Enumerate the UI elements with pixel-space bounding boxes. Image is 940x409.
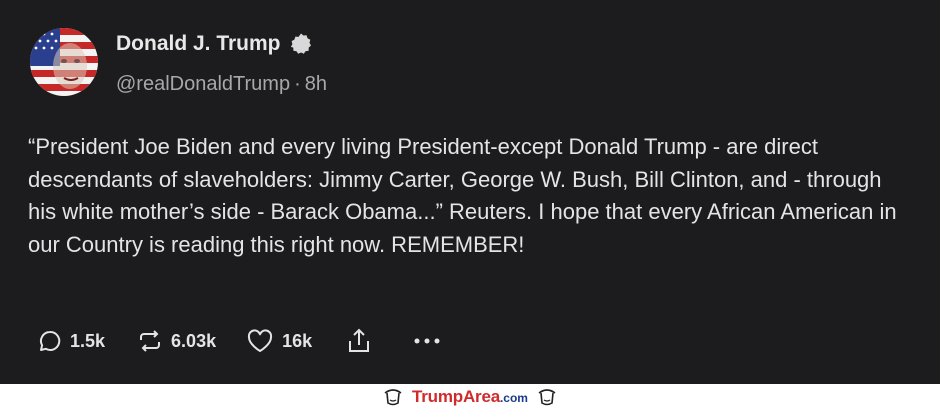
reply-icon bbox=[40, 330, 61, 351]
like-button[interactable]: 16k bbox=[246, 328, 312, 354]
reply-button[interactable]: 1.5k bbox=[38, 329, 105, 353]
more-icon bbox=[414, 338, 440, 344]
watermark-brand-main: TrumpArea bbox=[412, 386, 500, 406]
post-body: “President Joe Biden and every living Pr… bbox=[28, 134, 897, 257]
post-card: Donald J. Trump @realDonaldTrump · 8h “Pre… bbox=[0, 0, 940, 384]
share-icon bbox=[349, 328, 370, 352]
meta-separator: · bbox=[294, 73, 301, 95]
trump-cartoon-icon bbox=[538, 388, 556, 405]
trump-cartoon-icon bbox=[384, 388, 402, 405]
like-icon bbox=[248, 329, 273, 352]
watermark: TrumpArea.com bbox=[0, 384, 940, 409]
verified-badge-icon bbox=[290, 33, 311, 54]
handle-row: @realDonaldTrump · 8h bbox=[116, 73, 327, 96]
author-row: Donald J. Trump bbox=[116, 32, 313, 56]
watermark-brand-tld: .com bbox=[499, 390, 528, 405]
share-button[interactable] bbox=[346, 327, 372, 355]
repost-count: 6.03k bbox=[171, 330, 217, 351]
avatar[interactable] bbox=[30, 28, 98, 96]
post-timestamp[interactable]: 8h bbox=[305, 73, 327, 95]
more-options-button[interactable] bbox=[412, 336, 442, 346]
like-count: 16k bbox=[282, 330, 313, 351]
reply-count: 1.5k bbox=[70, 330, 106, 351]
repost-icon bbox=[140, 330, 161, 352]
author-handle[interactable]: @realDonaldTrump bbox=[116, 73, 290, 95]
watermark-brand: TrumpArea.com bbox=[412, 387, 528, 407]
flag-face-avatar-icon bbox=[30, 28, 98, 96]
action-bar: 1.5k 6.03k 16k bbox=[38, 327, 442, 355]
repost-button[interactable]: 6.03k bbox=[137, 329, 216, 353]
display-name[interactable]: Donald J. Trump bbox=[116, 32, 281, 56]
